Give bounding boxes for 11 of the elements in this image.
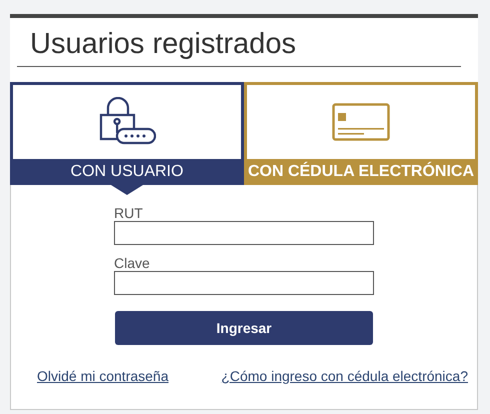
submit-button[interactable]: Ingresar — [115, 311, 373, 345]
tab-pointer-icon — [111, 185, 143, 195]
page-title: Usuarios registrados — [17, 26, 461, 67]
field-label: Clave — [114, 255, 151, 271]
input-field[interactable] — [114, 221, 374, 245]
padlock-password-icon — [98, 97, 156, 147]
card-chip-icon — [332, 103, 390, 141]
help-link[interactable]: Olvidé mi contraseña — [37, 368, 169, 384]
help-link[interactable]: ¿Cómo ingreso con cédula electrónica? — [221, 368, 468, 384]
input-field[interactable] — [114, 271, 374, 295]
field-label: RUT — [114, 205, 144, 221]
